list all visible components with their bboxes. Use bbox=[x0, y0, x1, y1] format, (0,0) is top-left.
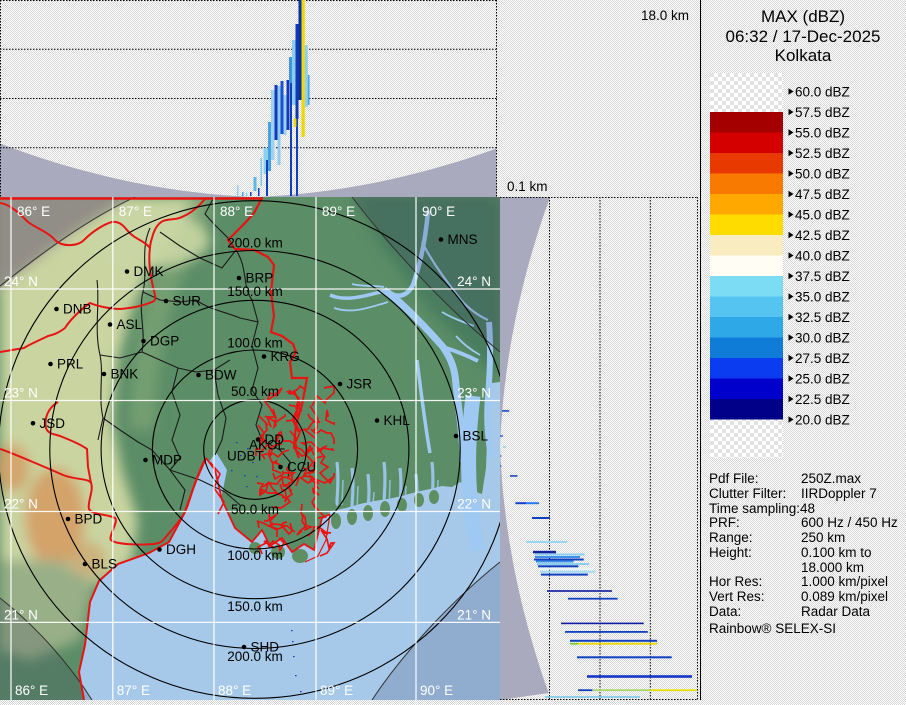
svg-text:37.5 dBZ: 37.5 dBZ bbox=[795, 269, 850, 284]
svg-text:32.5 dBZ: 32.5 dBZ bbox=[795, 310, 850, 325]
svg-text:22° N: 22° N bbox=[457, 497, 491, 512]
svg-text:MNS: MNS bbox=[448, 232, 478, 247]
svg-text:BNK: BNK bbox=[111, 367, 139, 382]
svg-text:BLS: BLS bbox=[92, 557, 118, 572]
svg-text:ASL: ASL bbox=[117, 317, 143, 332]
svg-text:DGP: DGP bbox=[150, 334, 179, 349]
svg-text:MDP: MDP bbox=[152, 453, 182, 468]
svg-text:87° E: 87° E bbox=[117, 683, 150, 698]
svg-text:22° N: 22° N bbox=[4, 497, 38, 512]
svg-text:50.0 dBZ: 50.0 dBZ bbox=[795, 166, 850, 181]
svg-text:55.0 dBZ: 55.0 dBZ bbox=[795, 125, 850, 140]
svg-text:SHD: SHD bbox=[251, 640, 280, 655]
svg-text:57.5 dBZ: 57.5 dBZ bbox=[795, 105, 850, 120]
svg-text:UDBT: UDBT bbox=[227, 449, 264, 464]
svg-text:42.5 dBZ: 42.5 dBZ bbox=[795, 228, 850, 243]
svg-text:87° E: 87° E bbox=[119, 204, 152, 219]
svg-text:PRL: PRL bbox=[57, 357, 84, 372]
svg-text:JSR: JSR bbox=[347, 377, 373, 392]
svg-text:50.0 km: 50.0 km bbox=[231, 502, 279, 517]
svg-text:89° E: 89° E bbox=[322, 204, 355, 219]
svg-text:KHL: KHL bbox=[384, 413, 411, 428]
svg-text:DNB: DNB bbox=[63, 302, 92, 317]
svg-text:21° N: 21° N bbox=[4, 607, 38, 622]
svg-text:86° E: 86° E bbox=[17, 204, 50, 219]
svg-text:60.0 dBZ: 60.0 dBZ bbox=[795, 84, 850, 99]
svg-text:25.0 dBZ: 25.0 dBZ bbox=[795, 371, 850, 386]
svg-text:30.0 dBZ: 30.0 dBZ bbox=[795, 330, 850, 345]
svg-text:KRG: KRG bbox=[271, 349, 300, 364]
svg-text:21° N: 21° N bbox=[457, 607, 491, 622]
svg-text:BPD: BPD bbox=[75, 512, 103, 527]
svg-text:DMK: DMK bbox=[134, 264, 164, 279]
svg-text:52.5 dBZ: 52.5 dBZ bbox=[795, 146, 850, 161]
svg-text:22.5 dBZ: 22.5 dBZ bbox=[795, 392, 850, 407]
svg-text:23° N: 23° N bbox=[4, 386, 38, 401]
svg-text:100.0 km: 100.0 km bbox=[227, 548, 283, 563]
svg-text:35.0 dBZ: 35.0 dBZ bbox=[795, 289, 850, 304]
svg-text:20.0 dBZ: 20.0 dBZ bbox=[795, 412, 850, 427]
svg-text:BSL: BSL bbox=[463, 429, 489, 444]
svg-text:BDW: BDW bbox=[205, 368, 237, 383]
svg-text:BRP: BRP bbox=[246, 271, 274, 286]
svg-text:150.0 km: 150.0 km bbox=[227, 599, 283, 614]
svg-text:23° N: 23° N bbox=[457, 386, 491, 401]
svg-text:200.0 km: 200.0 km bbox=[227, 236, 283, 251]
svg-text:CCU: CCU bbox=[287, 460, 316, 475]
svg-text:JSD: JSD bbox=[40, 416, 66, 431]
svg-text:24° N: 24° N bbox=[4, 274, 38, 289]
svg-text:27.5 dBZ: 27.5 dBZ bbox=[795, 351, 850, 366]
svg-text:50.0 km: 50.0 km bbox=[231, 384, 279, 399]
svg-text:47.5 dBZ: 47.5 dBZ bbox=[795, 187, 850, 202]
svg-text:SUR: SUR bbox=[173, 294, 202, 309]
svg-text:150.0 km: 150.0 km bbox=[227, 284, 283, 299]
svg-text:DGH: DGH bbox=[166, 542, 196, 557]
svg-text:90° E: 90° E bbox=[420, 683, 453, 698]
svg-text:88° E: 88° E bbox=[218, 683, 251, 698]
svg-text:40.0 dBZ: 40.0 dBZ bbox=[795, 248, 850, 263]
svg-text:45.0 dBZ: 45.0 dBZ bbox=[795, 207, 850, 222]
svg-text:86° E: 86° E bbox=[15, 683, 48, 698]
svg-text:88° E: 88° E bbox=[220, 204, 253, 219]
svg-text:90° E: 90° E bbox=[422, 204, 455, 219]
svg-text:24° N: 24° N bbox=[457, 274, 491, 289]
svg-text:89° E: 89° E bbox=[320, 683, 353, 698]
